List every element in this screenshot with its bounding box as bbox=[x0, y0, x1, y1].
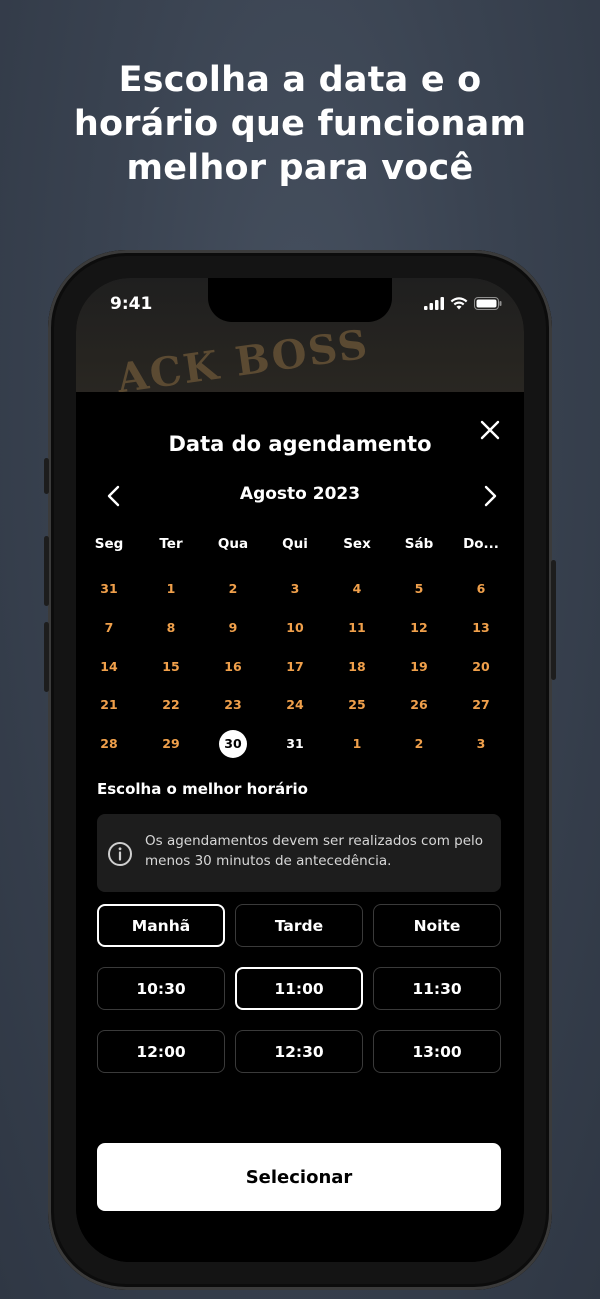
calendar-day[interactable]: 14 bbox=[78, 653, 140, 681]
calendar-grid: 31 1 2 3 4 5 6 7 8 9 10 11 12 13 14 15 1… bbox=[78, 570, 518, 763]
calendar-day[interactable]: 3 bbox=[264, 575, 326, 603]
calendar-day[interactable]: 29 bbox=[140, 730, 202, 758]
month-label: Agosto 2023 bbox=[239, 484, 361, 504]
mute-switch bbox=[44, 458, 49, 494]
sheet-title: Data do agendamento bbox=[168, 432, 432, 456]
calendar-day[interactable]: 19 bbox=[388, 653, 450, 681]
weekday-label: Do... bbox=[463, 536, 499, 552]
calendar-day[interactable]: 23 bbox=[202, 691, 264, 719]
chevron-right-icon[interactable] bbox=[476, 482, 504, 510]
calendar-day[interactable]: 10 bbox=[264, 614, 326, 642]
month-navigation: Agosto 2023 bbox=[96, 480, 504, 512]
calendar-day[interactable]: 28 bbox=[78, 730, 140, 758]
time-slot[interactable]: 11:30 bbox=[373, 967, 501, 1010]
calendar-day[interactable]: 17 bbox=[264, 653, 326, 681]
calendar-day[interactable]: 15 bbox=[140, 653, 202, 681]
signal-icon bbox=[424, 297, 444, 310]
time-section-label: Escolha o melhor horário bbox=[97, 780, 308, 798]
info-text: Os agendamentos devem ser realizados com… bbox=[145, 833, 484, 869]
period-tabs: Manhã Tarde Noite bbox=[97, 904, 501, 947]
period-tab-manha[interactable]: Manhã bbox=[97, 904, 225, 947]
time-slots: Manhã Tarde Noite 10:30 11:00 11:30 12:0… bbox=[97, 904, 501, 1093]
calendar-day[interactable]: 6 bbox=[450, 575, 512, 603]
calendar-day[interactable]: 27 bbox=[450, 691, 512, 719]
calendar-day[interactable]: 12 bbox=[388, 614, 450, 642]
info-banner: Os agendamentos devem ser realizados com… bbox=[97, 814, 501, 892]
calendar-day[interactable]: 20 bbox=[450, 653, 512, 681]
calendar-day[interactable]: 31 bbox=[264, 730, 326, 758]
weekday-label: Ter bbox=[159, 536, 183, 552]
status-icons bbox=[424, 297, 502, 310]
time-slot[interactable]: 10:30 bbox=[97, 967, 225, 1010]
time-slot[interactable]: 12:30 bbox=[235, 1030, 363, 1073]
status-time: 9:41 bbox=[110, 294, 153, 314]
calendar-week: 21 22 23 24 25 26 27 bbox=[78, 686, 518, 725]
calendar-week: 28 29 30 31 1 2 3 bbox=[78, 725, 518, 764]
wifi-icon bbox=[450, 297, 468, 310]
weekday-label: Qua bbox=[217, 536, 249, 552]
calendar-day[interactable]: 13 bbox=[450, 614, 512, 642]
battery-icon bbox=[474, 297, 502, 310]
weekday-label: Qui bbox=[282, 536, 308, 552]
time-slot[interactable]: 13:00 bbox=[373, 1030, 501, 1073]
calendar-day[interactable]: 26 bbox=[388, 691, 450, 719]
headline-line-3: melhor para você bbox=[126, 148, 474, 188]
calendar-day[interactable]: 2 bbox=[388, 730, 450, 758]
background-sign: ACK BOSS bbox=[113, 320, 372, 403]
time-row: 12:00 12:30 13:00 bbox=[97, 1030, 501, 1073]
headline: Escolha a data e o horário que funcionam… bbox=[0, 58, 600, 190]
notch bbox=[208, 278, 392, 322]
close-icon[interactable] bbox=[478, 418, 502, 442]
phone-screen: ACK BOSS 9:41 Data do agendamento Agosto… bbox=[76, 278, 524, 1262]
headline-line-1: Escolha a data e o bbox=[118, 60, 482, 100]
calendar-week: 7 8 9 10 11 12 13 bbox=[78, 609, 518, 648]
calendar-day[interactable]: 4 bbox=[326, 575, 388, 603]
calendar-day[interactable]: 24 bbox=[264, 691, 326, 719]
time-slot[interactable]: 12:00 bbox=[97, 1030, 225, 1073]
calendar-day[interactable]: 2 bbox=[202, 575, 264, 603]
calendar-day[interactable]: 18 bbox=[326, 653, 388, 681]
calendar-day[interactable]: 21 bbox=[78, 691, 140, 719]
phone-frame: ACK BOSS 9:41 Data do agendamento Agosto… bbox=[44, 250, 556, 1290]
calendar-week: 14 15 16 17 18 19 20 bbox=[78, 647, 518, 686]
calendar-day[interactable]: 8 bbox=[140, 614, 202, 642]
volume-down-button bbox=[44, 622, 49, 692]
time-row: 10:30 11:00 11:30 bbox=[97, 967, 501, 1010]
calendar-day[interactable]: 25 bbox=[326, 691, 388, 719]
volume-up-button bbox=[44, 536, 49, 606]
calendar-day[interactable]: 16 bbox=[202, 653, 264, 681]
calendar-day-selected[interactable]: 30 bbox=[202, 730, 264, 759]
power-button bbox=[551, 560, 556, 680]
calendar-day[interactable]: 7 bbox=[78, 614, 140, 642]
weekday-label: Sáb bbox=[404, 536, 434, 552]
calendar-day[interactable]: 22 bbox=[140, 691, 202, 719]
calendar-week: 31 1 2 3 4 5 6 bbox=[78, 570, 518, 609]
weekday-label: Seg bbox=[94, 536, 124, 552]
calendar-day[interactable]: 1 bbox=[326, 730, 388, 758]
calendar-day[interactable]: 31 bbox=[78, 575, 140, 603]
time-slot-selected[interactable]: 11:00 bbox=[235, 967, 363, 1010]
period-tab-noite[interactable]: Noite bbox=[373, 904, 501, 947]
calendar-day[interactable]: 3 bbox=[450, 730, 512, 758]
headline-line-2: horário que funcionam bbox=[73, 104, 527, 144]
booking-sheet: Data do agendamento Agosto 2023 Seg Ter … bbox=[76, 392, 524, 1262]
period-tab-tarde[interactable]: Tarde bbox=[235, 904, 363, 947]
calendar-day[interactable]: 1 bbox=[140, 575, 202, 603]
info-icon bbox=[108, 842, 132, 866]
weekday-label: Sex bbox=[343, 536, 371, 552]
calendar-day[interactable]: 11 bbox=[326, 614, 388, 642]
calendar-day[interactable]: 9 bbox=[202, 614, 264, 642]
weekday-header: Seg Ter Qua Qui Sex Sáb Do... bbox=[78, 536, 518, 552]
calendar-day[interactable]: 5 bbox=[388, 575, 450, 603]
select-button[interactable]: Selecionar bbox=[97, 1143, 501, 1211]
